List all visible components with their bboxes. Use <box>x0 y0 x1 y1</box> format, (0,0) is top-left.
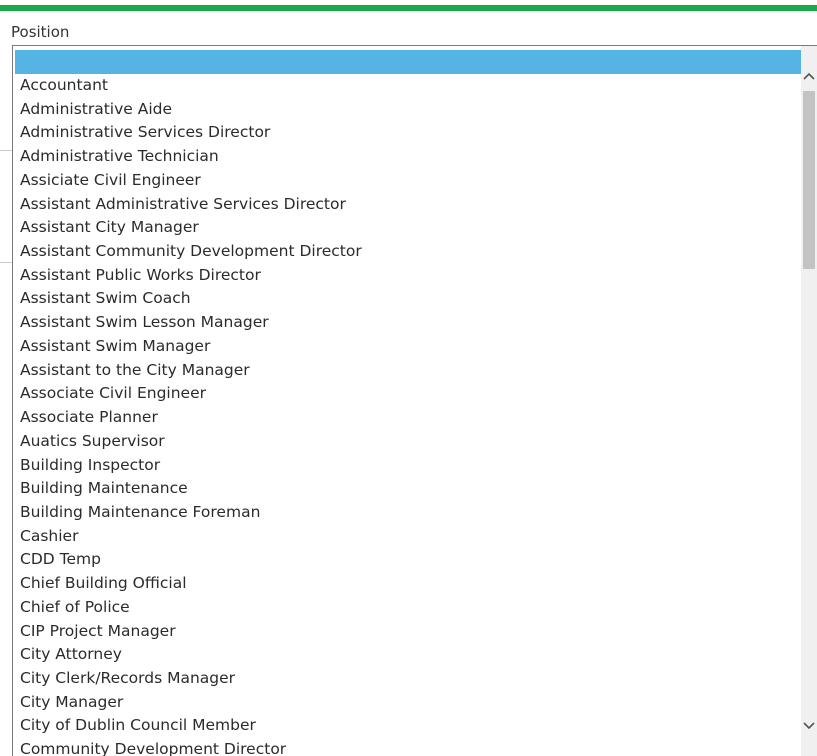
option-list: Accountant Administrative Aide Administrat… <box>13 74 803 756</box>
list-item[interactable]: Assistant Swim Lesson Manager <box>13 311 803 335</box>
background-divider <box>0 150 12 151</box>
list-item[interactable]: Assistant Swim Coach <box>13 287 803 311</box>
list-item[interactable]: Chief of Police <box>13 596 803 620</box>
list-item[interactable]: City Attorney <box>13 643 803 667</box>
list-item[interactable]: Community Development Director <box>13 738 803 756</box>
list-item[interactable]: Building Inspector <box>13 454 803 478</box>
scroll-down-button[interactable] <box>801 716 817 736</box>
list-item[interactable]: City of Dublin Council Member <box>13 714 803 738</box>
list-item[interactable]: Building Maintenance Foreman <box>13 501 803 525</box>
list-item[interactable]: Auatics Supervisor <box>13 430 803 454</box>
list-item[interactable]: Assistant Public Works Director <box>13 264 803 288</box>
list-item[interactable]: Administrative Services Director <box>13 121 803 145</box>
list-item[interactable]: Assiciate Civil Engineer <box>13 169 803 193</box>
list-item[interactable]: Accountant <box>13 74 803 98</box>
list-item[interactable]: Associate Planner <box>13 406 803 430</box>
list-item[interactable]: Building Maintenance <box>13 477 803 501</box>
list-item[interactable]: Associate Civil Engineer <box>13 382 803 406</box>
list-item[interactable]: Assistant City Manager <box>13 216 803 240</box>
list-item[interactable]: Assistant Community Development Director <box>13 240 803 264</box>
vertical-scrollbar[interactable] <box>801 46 817 756</box>
list-item[interactable]: Assistant Administrative Services Direct… <box>13 193 803 217</box>
list-item[interactable]: Assistant to the City Manager <box>13 359 803 383</box>
scrollbar-thumb[interactable] <box>803 91 815 269</box>
position-listbox[interactable]: Accountant Administrative Aide Administrat… <box>12 45 817 756</box>
chevron-up-icon <box>803 72 815 80</box>
list-item[interactable]: Assistant Swim Manager <box>13 335 803 359</box>
list-item[interactable]: Administrative Technician <box>13 145 803 169</box>
list-item[interactable]: City Clerk/Records Manager <box>13 667 803 691</box>
position-label: Position <box>11 23 70 41</box>
chevron-down-icon <box>803 722 815 730</box>
selected-option-blank[interactable] <box>15 50 802 74</box>
list-item[interactable]: CDD Temp <box>13 548 803 572</box>
accent-stripe <box>0 5 817 11</box>
list-item[interactable]: Administrative Aide <box>13 98 803 122</box>
scroll-up-button[interactable] <box>801 66 817 86</box>
list-item[interactable]: Cashier <box>13 525 803 549</box>
list-item[interactable]: City Manager <box>13 691 803 715</box>
list-item[interactable]: Chief Building Official <box>13 572 803 596</box>
list-item[interactable]: CIP Project Manager <box>13 620 803 644</box>
top-accent-bar <box>0 0 817 12</box>
background-divider <box>0 262 12 263</box>
